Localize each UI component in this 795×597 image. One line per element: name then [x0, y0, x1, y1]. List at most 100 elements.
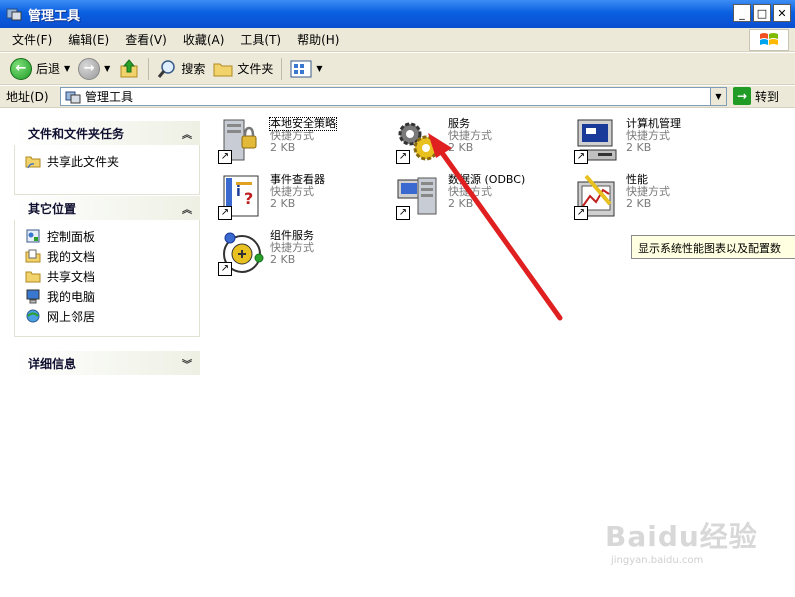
place-label: 网上邻居 — [47, 309, 96, 324]
details-title: 详细信息 — [28, 356, 77, 371]
item-size: 2 KB — [270, 253, 296, 266]
search-icon — [158, 59, 176, 78]
search-button[interactable]: 搜索 — [153, 55, 209, 83]
back-label: 后退 — [36, 62, 61, 76]
folder-icon — [25, 271, 41, 283]
folders-label: 文件夹 — [237, 62, 274, 76]
folder-up-icon — [120, 58, 138, 77]
item-size: 2 KB — [270, 141, 296, 154]
svg-text:i: i — [236, 184, 241, 200]
folders-button[interactable]: 文件夹 — [209, 55, 277, 83]
place-control-panel[interactable]: 控制面板 — [25, 226, 191, 246]
component-services-icon: ↗ — [216, 230, 266, 278]
menu-tools[interactable]: 工具(T) — [232, 31, 289, 48]
svg-text:?: ? — [244, 189, 253, 208]
watermark-main: Baidu经验 — [605, 520, 758, 553]
go-button[interactable]: → 转到 — [733, 87, 779, 105]
menu-bar: 文件(F) 编辑(E) 查看(V) 收藏(A) 工具(T) 帮助(H) — [0, 28, 795, 52]
folder-icon — [213, 63, 233, 76]
forward-dropdown-icon[interactable]: ▼ — [104, 64, 110, 73]
address-input[interactable]: 管理工具 ▼ — [60, 87, 727, 106]
window-title: 管理工具 — [28, 8, 81, 24]
file-tasks-header[interactable]: 文件和文件夹任务 ︽ — [14, 121, 200, 145]
place-network[interactable]: 网上邻居 — [25, 306, 191, 326]
shortcut-arrow-icon: ↗ — [396, 150, 410, 164]
expand-chevron-icon[interactable]: ︾ — [182, 356, 192, 371]
place-label: 我的电脑 — [47, 289, 96, 304]
item-size: 2 KB — [270, 197, 296, 210]
item-odbc-data-sources[interactable]: ↗ 数据源 (ODBC) 快捷方式 2 KB — [394, 174, 525, 222]
windows-logo-icon — [749, 29, 789, 51]
item-local-security-policy[interactable]: ↗ 本地安全策略 快捷方式 2 KB — [216, 117, 337, 166]
computer-icon — [26, 289, 40, 304]
item-size: 2 KB — [448, 141, 474, 154]
task-label: 共享此文件夹 — [47, 154, 120, 169]
close-button[interactable]: ✕ — [773, 4, 791, 22]
collapse-chevron-icon[interactable]: ︽ — [182, 201, 192, 216]
details-header[interactable]: 详细信息 ︾ — [14, 351, 200, 375]
details-box: 详细信息 ︾ — [14, 351, 200, 375]
menu-edit[interactable]: 编辑(E) — [60, 31, 117, 48]
views-dropdown-icon[interactable]: ▼ — [316, 64, 322, 73]
item-computer-management[interactable]: ↗ 计算机管理 快捷方式 2 KB — [572, 118, 681, 166]
item-size: 2 KB — [626, 141, 652, 154]
back-arrow-icon: ← — [10, 57, 32, 80]
item-performance[interactable]: ↗ 性能 快捷方式 2 KB — [572, 174, 670, 222]
menu-help[interactable]: 帮助(H) — [289, 31, 347, 48]
maximize-button[interactable]: □ — [753, 4, 771, 22]
shortcut-arrow-icon: ↗ — [218, 262, 232, 276]
shortcut-arrow-icon: ↗ — [574, 150, 588, 164]
item-services[interactable]: ↗ 服务 快捷方式 2 KB — [394, 118, 492, 166]
back-dropdown-icon[interactable]: ▼ — [64, 64, 70, 73]
go-arrow-icon: → — [733, 87, 751, 105]
up-button[interactable] — [114, 55, 144, 83]
shortcut-arrow-icon: ↗ — [218, 150, 232, 164]
place-my-documents[interactable]: 我的文档 — [25, 246, 191, 266]
place-shared-documents[interactable]: 共享文档 — [25, 266, 191, 286]
watermark-sub: jingyan.baidu.com — [611, 555, 704, 566]
item-event-viewer[interactable]: i ? ↗ 事件查看器 快捷方式 2 KB — [216, 174, 325, 222]
address-bar: 地址(D) 管理工具 ▼ → 转到 — [0, 86, 795, 108]
forward-button[interactable]: → ▼ — [74, 55, 114, 83]
security-policy-icon: ↗ — [216, 118, 266, 166]
control-panel-icon — [26, 229, 40, 243]
other-places-header[interactable]: 其它位置 ︽ — [14, 196, 200, 220]
item-component-services[interactable]: ↗ 组件服务 快捷方式 2 KB — [216, 230, 314, 278]
menu-favorites[interactable]: 收藏(A) — [175, 31, 233, 48]
shortcut-arrow-icon: ↗ — [218, 206, 232, 220]
toolbar-separator — [148, 57, 150, 80]
item-size: 2 KB — [448, 197, 474, 210]
odbc-data-source-icon: ↗ — [394, 174, 444, 222]
computer-management-icon: ↗ — [572, 118, 622, 166]
shortcut-arrow-icon: ↗ — [574, 206, 588, 220]
views-icon — [290, 60, 312, 77]
admin-tools-icon — [65, 91, 81, 103]
place-my-computer[interactable]: 我的电脑 — [25, 286, 191, 306]
title-bar: 管理工具 _ □ ✕ — [0, 0, 795, 28]
place-label: 控制面板 — [47, 229, 96, 244]
menu-view[interactable]: 查看(V) — [117, 31, 175, 48]
address-dropdown-icon[interactable]: ▼ — [710, 88, 726, 105]
other-places-title: 其它位置 — [28, 201, 77, 216]
event-viewer-icon: i ? ↗ — [216, 174, 266, 222]
menu-file[interactable]: 文件(F) — [4, 31, 60, 48]
file-tasks-title: 文件和文件夹任务 — [28, 126, 125, 141]
shortcut-arrow-icon: ↗ — [396, 206, 410, 220]
item-size: 2 KB — [626, 197, 652, 210]
address-label: 地址(D) — [6, 90, 49, 104]
task-share-folder[interactable]: 共享此文件夹 — [25, 151, 191, 171]
search-label: 搜索 — [181, 62, 206, 76]
views-button[interactable]: ▼ — [286, 55, 326, 83]
performance-monitor-icon: ↗ — [572, 174, 622, 222]
back-button[interactable]: ← 后退 ▼ — [6, 55, 74, 83]
documents-folder-icon — [25, 249, 41, 263]
minimize-button[interactable]: _ — [733, 4, 751, 22]
place-label: 我的文档 — [47, 249, 96, 264]
toolbar-separator — [281, 57, 283, 80]
admin-tools-icon — [6, 8, 22, 21]
performance-tooltip: 显示系统性能图表以及配置数 — [631, 235, 795, 259]
place-label: 共享文档 — [47, 269, 96, 284]
go-label: 转到 — [755, 89, 780, 104]
shared-folder-icon — [25, 156, 41, 169]
collapse-chevron-icon[interactable]: ︽ — [182, 126, 192, 141]
